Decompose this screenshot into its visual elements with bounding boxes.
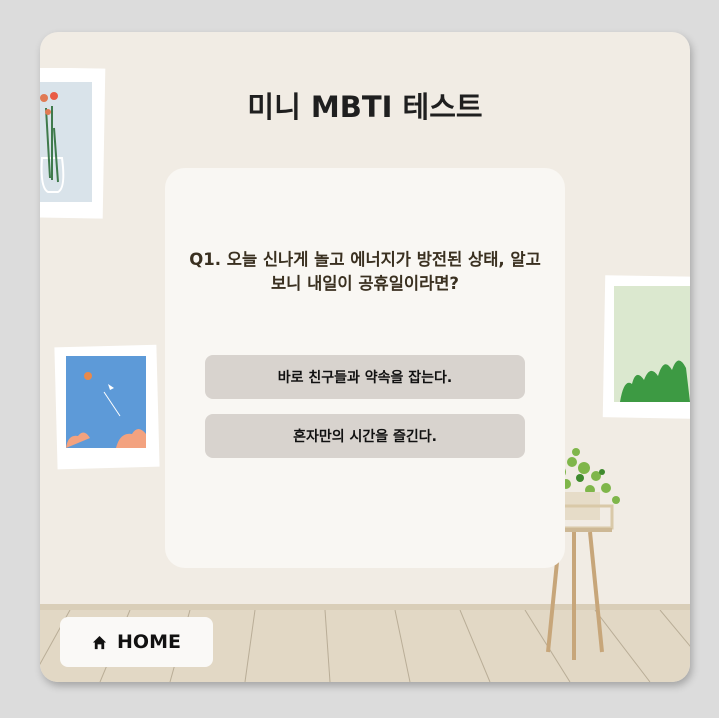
home-label: HOME — [117, 631, 181, 653]
home-button[interactable]: HOME — [60, 617, 213, 667]
plane-picture — [54, 344, 160, 470]
home-icon — [92, 635, 107, 649]
answer-button-1[interactable]: 바로 친구들과 약속을 잡는다. — [205, 355, 525, 399]
question-card: Q1. 오늘 신나게 놀고 에너지가 방전된 상태, 알고 보니 내일이 공휴일… — [165, 168, 565, 568]
app-frame: 미니 MBTI 테스트 Q1. 오늘 신나게 놀고 에너지가 방전된 상태, 알… — [40, 32, 690, 682]
answer-button-2[interactable]: 혼자만의 시간을 즐긴다. — [205, 414, 525, 458]
trees-picture — [602, 275, 690, 419]
question-text: Q1. 오늘 신나게 놀고 에너지가 방전된 상태, 알고 보니 내일이 공휴일… — [189, 250, 541, 293]
page-title: 미니 MBTI 테스트 — [247, 90, 483, 124]
